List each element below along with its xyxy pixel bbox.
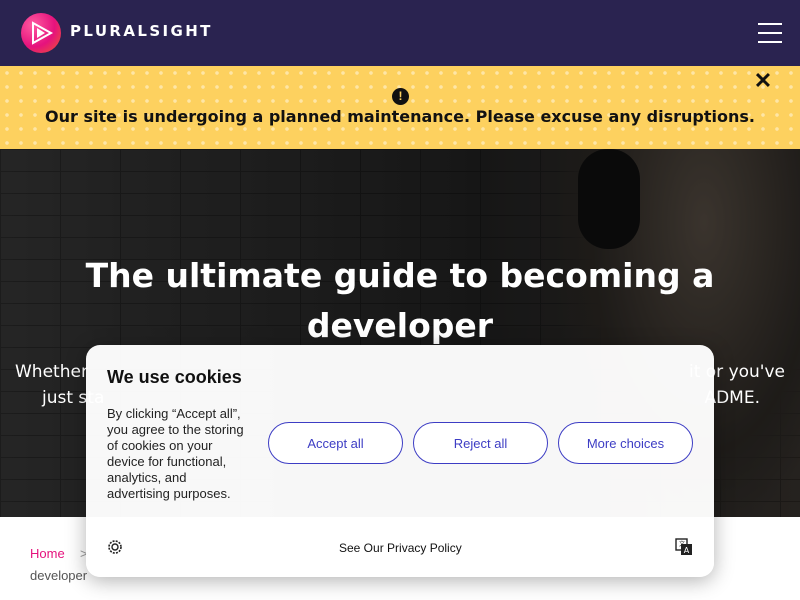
page-title: The ultimate guide to becoming a develop… (85, 256, 715, 345)
more-choices-button[interactable]: More choices (558, 422, 693, 464)
close-icon[interactable]: ✕ (752, 70, 774, 92)
privacy-policy-link[interactable]: See Our Privacy Policy (339, 541, 462, 555)
svg-text:文: 文 (679, 540, 685, 548)
cookie-body: By clicking “Accept all”, you agree to t… (107, 406, 244, 501)
breadcrumb-current: developer (30, 568, 88, 583)
alert-icon: ! (392, 88, 409, 105)
breadcrumb-home[interactable]: Home (30, 546, 65, 561)
cookie-title: We use cookies (107, 367, 242, 387)
accept-all-button[interactable]: Accept all (268, 422, 403, 464)
play-logo-icon[interactable] (21, 13, 61, 53)
cookie-dialog: We use cookies By clicking “Accept all”,… (86, 345, 714, 577)
brand-name[interactable]: PLURALSIGHT (70, 22, 213, 40)
reject-all-button[interactable]: Reject all (413, 422, 548, 464)
hamburger-menu-icon[interactable] (756, 20, 784, 46)
language-icon[interactable]: A 文 (675, 538, 693, 556)
cookie-settings-icon[interactable] (107, 539, 123, 555)
hero-subtitle-part: Whether (15, 362, 88, 382)
maintenance-message: Our site is undergoing a planned mainten… (45, 107, 755, 126)
top-nav: PLURALSIGHT (0, 0, 800, 66)
